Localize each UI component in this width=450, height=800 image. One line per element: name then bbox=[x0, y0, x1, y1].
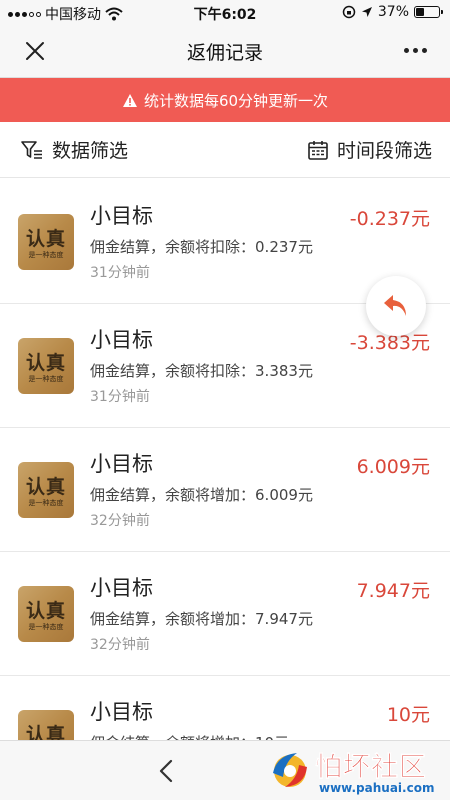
list-item[interactable]: 认真 是一种态度 小目标 佣金结算，余额将增加：7.947元 32分钟前 7.9… bbox=[0, 552, 450, 676]
record-description: 佣金结算，余额将扣除：0.237元 bbox=[90, 238, 313, 256]
list-item[interactable]: 认真 是一种态度 小目标 佣金结算，余额将增加：6.009元 32分钟前 6.0… bbox=[0, 428, 450, 552]
record-title: 小目标 bbox=[90, 576, 153, 600]
time-filter-label: 时间段筛选 bbox=[336, 140, 432, 162]
record-title: 小目标 bbox=[90, 204, 153, 228]
record-time: 31分钟前 bbox=[90, 389, 150, 405]
site-url: www.pahuai.com bbox=[319, 781, 435, 795]
location-icon bbox=[361, 7, 372, 17]
floating-back-button[interactable] bbox=[366, 276, 426, 336]
record-thumbnail: 认真 是一种态度 bbox=[18, 214, 74, 270]
status-right: 37% bbox=[342, 4, 443, 20]
site-watermark: 怕坏社区 www.pahuai.com bbox=[267, 743, 442, 799]
record-thumbnail: 认真 是一种态度 bbox=[18, 462, 74, 518]
record-time: 32分钟前 bbox=[90, 513, 150, 529]
record-time: 32分钟前 bbox=[90, 637, 150, 653]
record-title: 小目标 bbox=[90, 328, 153, 352]
battery-percent: 37% bbox=[377, 4, 409, 20]
calendar-icon bbox=[308, 140, 328, 160]
site-logo-icon bbox=[273, 753, 307, 787]
page-title: 返佣记录 bbox=[186, 42, 263, 64]
record-description: 佣金结算，余额将增加：7.947元 bbox=[90, 610, 313, 628]
filter-icon bbox=[21, 140, 42, 159]
orientation-lock-icon bbox=[342, 5, 356, 19]
record-description: 佣金结算，余额将扣除：3.383元 bbox=[90, 362, 313, 380]
battery-icon bbox=[414, 6, 443, 18]
record-amount: -0.237元 bbox=[349, 208, 430, 230]
back-icon[interactable] bbox=[152, 755, 180, 787]
record-thumbnail: 认真 是一种态度 bbox=[18, 586, 74, 642]
record-title: 小目标 bbox=[90, 700, 153, 724]
record-amount: 6.009元 bbox=[356, 456, 430, 478]
data-filter-label: 数据筛选 bbox=[52, 140, 129, 162]
record-title: 小目标 bbox=[90, 452, 153, 476]
record-amount: 10元 bbox=[386, 704, 430, 726]
nav-bar: 返佣记录 bbox=[0, 24, 450, 78]
reply-arrow-icon bbox=[384, 295, 406, 316]
notice-text: 统计数据每60分钟更新一次 bbox=[143, 91, 329, 110]
status-bar: 中国移动 下午6:02 37% bbox=[0, 0, 450, 24]
record-description: 佣金结算，余额将增加：6.009元 bbox=[90, 486, 313, 504]
record-list: 认真 是一种态度 小目标 佣金结算，余额将扣除：0.237元 31分钟前 -0.… bbox=[0, 180, 450, 800]
record-amount: 7.947元 bbox=[356, 580, 430, 602]
more-options-icon[interactable] bbox=[400, 38, 430, 62]
data-filter-button[interactable]: 数据筛选 bbox=[20, 136, 128, 163]
time-filter-button[interactable]: 时间段筛选 bbox=[307, 136, 432, 163]
warning-icon bbox=[122, 93, 137, 107]
record-thumbnail: 认真 是一种态度 bbox=[18, 338, 74, 394]
battery-fill bbox=[416, 8, 424, 16]
filter-bar: 数据筛选 时间段筛选 bbox=[0, 122, 450, 178]
site-name: 怕坏社区 bbox=[315, 752, 427, 784]
record-time: 31分钟前 bbox=[90, 265, 150, 281]
bottom-toolbar: 怕坏社区 www.pahuai.com bbox=[0, 740, 450, 800]
update-notice-banner: 统计数据每60分钟更新一次 bbox=[0, 78, 450, 122]
